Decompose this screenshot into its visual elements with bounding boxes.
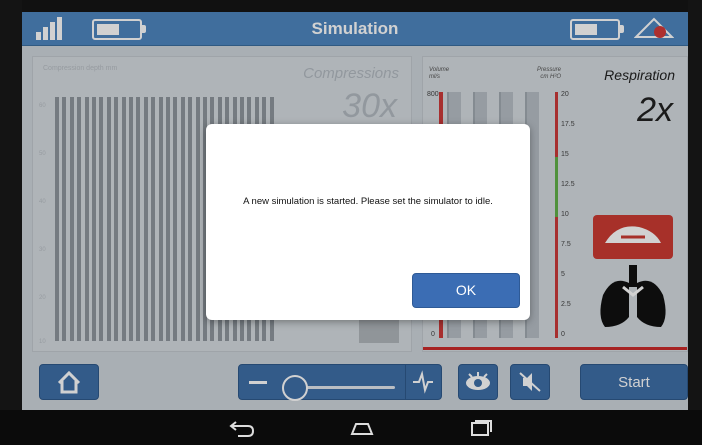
back-icon[interactable] [228,418,256,438]
ok-button[interactable]: OK [412,273,520,308]
home-nav-icon[interactable] [348,418,376,438]
alert-dialog: A new simulation is started. Please set … [206,124,530,320]
system-nav-bar [0,410,702,445]
app-screen: Simulation Compression depth mm Compress… [22,12,688,410]
recents-icon[interactable] [466,418,494,438]
device-bezel-left [0,0,22,410]
dialog-message: A new simulation is started. Please set … [243,196,493,207]
device-bezel-right [688,0,702,410]
device-bezel-top [0,0,702,12]
